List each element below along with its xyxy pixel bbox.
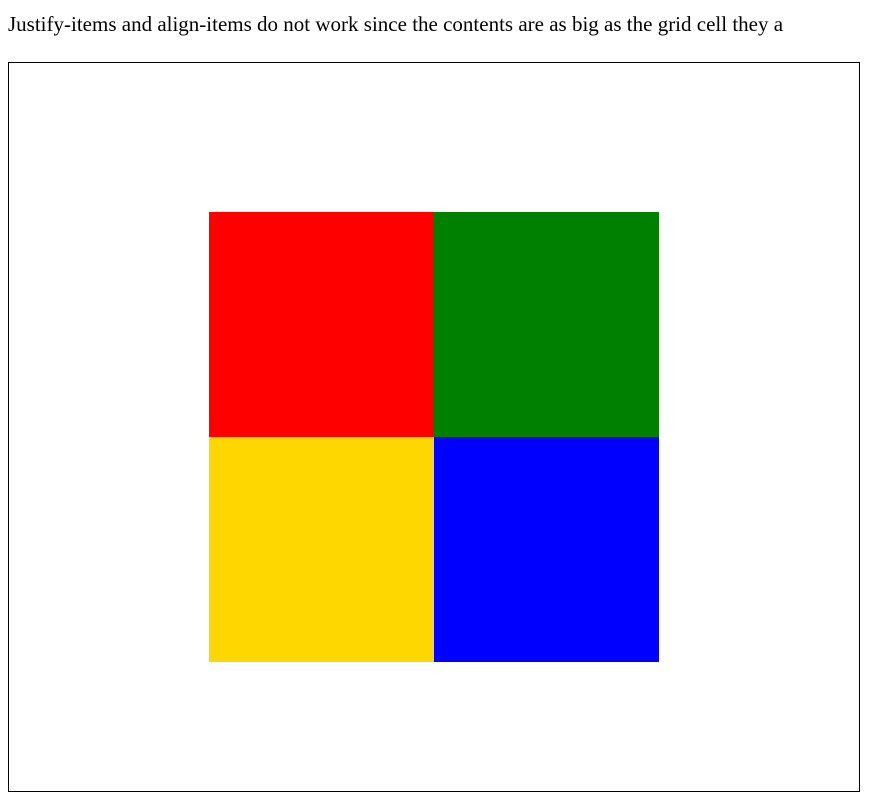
grid-cell-green xyxy=(434,212,659,437)
grid-cell-red xyxy=(209,212,434,437)
color-grid xyxy=(209,212,659,662)
grid-container-frame xyxy=(8,62,860,792)
grid-cell-blue xyxy=(434,437,659,662)
demo-caption: Justify-items and align-items do not wor… xyxy=(8,12,784,36)
grid-cell-gold xyxy=(209,437,434,662)
